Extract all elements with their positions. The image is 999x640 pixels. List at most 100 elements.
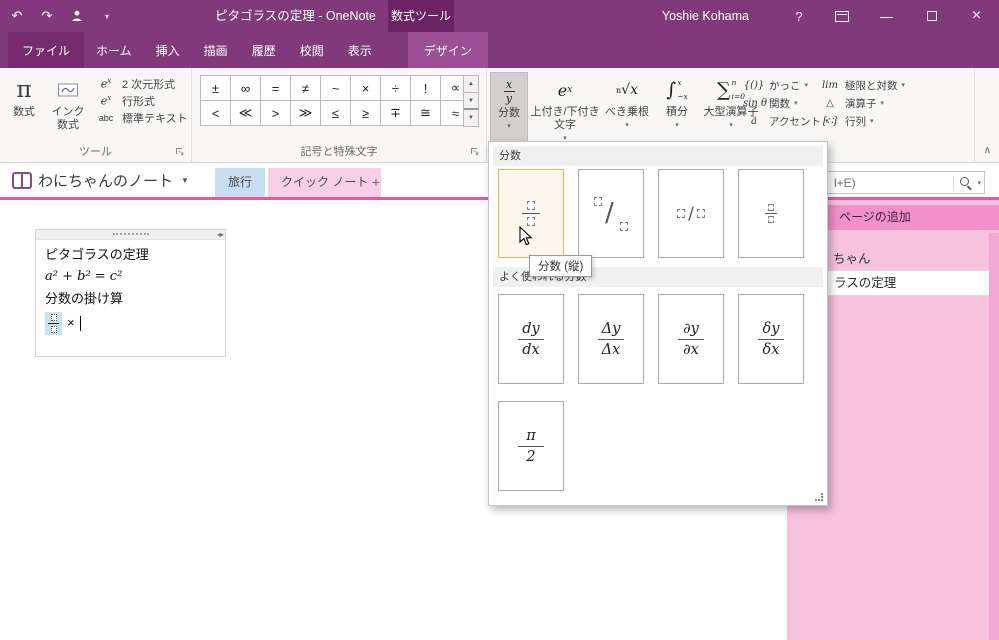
- undo-icon[interactable]: ↶: [10, 6, 24, 26]
- minimize-button[interactable]: —: [864, 0, 909, 32]
- touch-mode-icon[interactable]: [70, 6, 84, 26]
- symbol-cell[interactable]: ÷: [381, 76, 411, 101]
- symbol-cell[interactable]: ∓: [381, 101, 411, 126]
- note-container-handle[interactable]: ◂▸: [36, 230, 225, 240]
- redo-icon[interactable]: ↷: [40, 6, 54, 26]
- notebook-name-dropdown[interactable]: わにちゃんのノート ▼: [38, 170, 189, 191]
- section-tab-travel[interactable]: 旅行: [215, 168, 266, 197]
- note-container[interactable]: ◂▸ ピタゴラスの定理 a² + b² = c² 分数の掛け算 ×: [35, 229, 226, 357]
- gallery-more-icon[interactable]: ▼: [463, 108, 479, 128]
- tab-file[interactable]: ファイル: [8, 32, 85, 68]
- placeholder-box: [696, 209, 705, 218]
- page-pane-scrollbar[interactable]: [989, 233, 999, 640]
- gallery-item-skewed-fraction[interactable]: ∕: [578, 169, 644, 258]
- scroll-up-icon[interactable]: ▲: [463, 75, 479, 93]
- gallery-item-delta-y-x[interactable]: δy δx: [738, 294, 804, 384]
- pi-icon: π: [16, 77, 32, 103]
- equation-button[interactable]: π 数式: [6, 72, 42, 144]
- gallery-item-linear-fraction[interactable]: ∕: [658, 169, 724, 258]
- group-symbols: ± ∞ = ≠ ~ × ÷ ! ∝ < ≪ > ≫ ≤ ≥ ∓ ≅ ≈ ▲ ▼ …: [192, 68, 487, 162]
- limit-and-log-button[interactable]: lim 極限と対数 ▾: [819, 76, 905, 94]
- symbol-cell[interactable]: ≪: [231, 101, 261, 126]
- gallery-item-small-fraction[interactable]: [738, 169, 804, 258]
- gallery-resize-grip[interactable]: [815, 493, 823, 501]
- symbol-cell[interactable]: <: [201, 101, 231, 126]
- search-scope-dropdown-icon[interactable]: ▾: [977, 179, 981, 187]
- script-button[interactable]: ex 上付き/下付き 文字 ▾: [530, 72, 599, 144]
- ribbon-display-options-button[interactable]: [819, 0, 864, 32]
- scroll-down-icon[interactable]: ▼: [463, 91, 479, 110]
- placeholder-box: [527, 201, 535, 210]
- notebook-name: わにちゃんのノート: [38, 173, 174, 190]
- text-cursor: [79, 315, 81, 331]
- gallery-item-cap-delta-y-x[interactable]: Δy Δx: [578, 294, 644, 384]
- symbol-cell[interactable]: ~: [321, 76, 351, 101]
- symbol-cell[interactable]: ≅: [411, 101, 441, 126]
- notebook-group-label[interactable]: ちゃん: [833, 248, 871, 267]
- collapse-ribbon-icon[interactable]: ∧: [984, 145, 991, 156]
- ink-equation-button[interactable]: インク 数式: [46, 72, 90, 144]
- fraction-bar: [522, 213, 540, 214]
- bracket-button[interactable]: {()} かっこ ▾: [743, 76, 829, 94]
- help-button[interactable]: ?: [779, 0, 819, 32]
- professional-format-button[interactable]: ex 2 次元形式: [94, 75, 190, 92]
- notebook-icon[interactable]: [12, 172, 32, 194]
- note-math-line[interactable]: a² + b² = c²: [45, 266, 216, 288]
- symbol-cell[interactable]: ≠: [291, 76, 321, 101]
- note-equation-line[interactable]: ×: [45, 310, 216, 336]
- normal-text-button[interactable]: abc 標準テキスト: [94, 109, 190, 126]
- radical-button[interactable]: n √x べき乗根 ▾: [602, 72, 652, 144]
- symbol-cell[interactable]: ≤: [321, 101, 351, 126]
- resize-arrows-icon[interactable]: ◂▸: [217, 230, 224, 239]
- matrix-icon: [∷]: [822, 115, 838, 127]
- search-icon[interactable]: [960, 177, 969, 186]
- function-button[interactable]: sin θ 関数 ▾: [743, 94, 829, 112]
- tab-draw[interactable]: 描画: [192, 32, 240, 68]
- customize-quick-access-icon[interactable]: ▾: [100, 6, 114, 26]
- integral-button[interactable]: ∫ x −x 積分 ▾: [656, 72, 698, 144]
- gallery-row: dy dx Δy Δx ∂y ∂x δy δx: [498, 294, 804, 384]
- denominator-placeholder[interactable]: [50, 325, 57, 333]
- maximize-button[interactable]: [909, 0, 954, 32]
- close-button[interactable]: ×: [954, 0, 999, 32]
- user-name[interactable]: Yoshie Kohama: [662, 9, 749, 23]
- integral-icon: ∫ x −x: [666, 78, 688, 102]
- window-title: ピタゴラスの定理 - OneNote: [215, 9, 376, 23]
- gallery-item-dy-dx[interactable]: dy dx: [498, 294, 564, 384]
- gallery-row: ∕ ∕: [498, 169, 804, 258]
- page-list-item[interactable]: ラスの定理: [827, 270, 990, 296]
- placeholder-box: [768, 204, 774, 211]
- tab-design[interactable]: デザイン: [407, 32, 488, 68]
- accent-button[interactable]: ä アクセント ▾: [743, 112, 828, 130]
- dropdown-arrow-icon: ▾: [625, 122, 629, 129]
- symbol-cell[interactable]: ∞: [231, 76, 261, 101]
- tab-view[interactable]: 表示: [336, 32, 384, 68]
- symbol-cell[interactable]: !: [411, 76, 441, 101]
- selected-fraction-placeholder[interactable]: [45, 311, 62, 335]
- numerator-placeholder[interactable]: [50, 313, 57, 321]
- dropdown-arrow-icon: ▾: [901, 82, 906, 89]
- note-text-line[interactable]: 分数の掛け算: [45, 288, 216, 310]
- matrix-button[interactable]: [∷] 行列 ▾: [819, 112, 905, 130]
- operator-button[interactable]: △ 演算子 ▾: [819, 94, 905, 112]
- abc-icon: abc: [98, 112, 114, 123]
- note-text-line[interactable]: ピタゴラスの定理: [45, 244, 216, 266]
- symbols-dialog-launcher-icon[interactable]: ↘: [471, 148, 481, 158]
- tab-history[interactable]: 履歴: [240, 32, 288, 68]
- add-section-button[interactable]: +: [362, 168, 390, 197]
- group-tools: π 数式 インク 数式 ex 2 次元形式 ex 行形式 abc 標準テキスト …: [0, 68, 192, 162]
- tab-home[interactable]: ホーム: [84, 32, 144, 68]
- gallery-item-partial-y-x[interactable]: ∂y ∂x: [658, 294, 724, 384]
- tab-insert[interactable]: 挿入: [144, 32, 192, 68]
- symbol-cell[interactable]: ±: [201, 76, 231, 101]
- fraction-button[interactable]: xy 分数 ▾: [490, 72, 528, 144]
- symbol-cell[interactable]: =: [261, 76, 291, 101]
- linear-format-button[interactable]: ex 行形式: [94, 92, 190, 109]
- gallery-item-pi-over-2[interactable]: π2: [498, 401, 564, 491]
- symbol-cell[interactable]: ≥: [351, 101, 381, 126]
- tab-review[interactable]: 校閲: [288, 32, 336, 68]
- symbol-cell[interactable]: ×: [351, 76, 381, 101]
- symbol-cell[interactable]: ≫: [291, 101, 321, 126]
- symbol-cell[interactable]: >: [261, 101, 291, 126]
- tools-dialog-launcher-icon[interactable]: ↘: [176, 148, 186, 158]
